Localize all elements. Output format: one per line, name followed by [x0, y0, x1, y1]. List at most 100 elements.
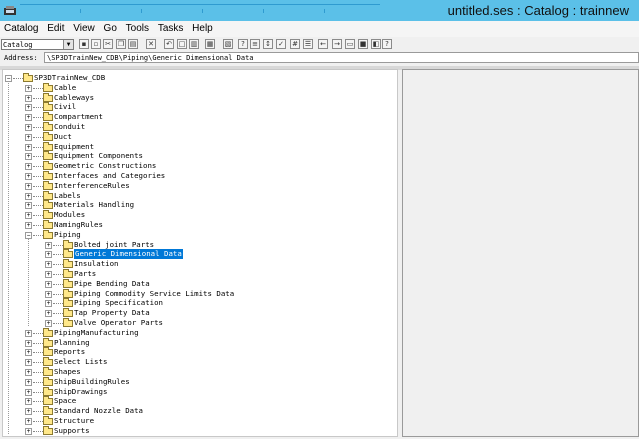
expand-icon[interactable]: +: [25, 114, 32, 122]
expand-icon[interactable]: +: [25, 418, 32, 425]
tree-node-label[interactable]: Equipment: [54, 142, 94, 152]
expand-icon[interactable]: +: [25, 427, 32, 435]
properties-button[interactable]: ▦: [205, 39, 215, 49]
menu-tools[interactable]: Tools: [126, 21, 149, 37]
tree-node-label[interactable]: Select Lists: [54, 357, 107, 367]
expand-icon[interactable]: +: [25, 398, 32, 406]
menu-help[interactable]: Help: [192, 21, 213, 37]
app-icon[interactable]: [3, 5, 17, 17]
menu-view[interactable]: View: [73, 21, 95, 37]
expand-icon[interactable]: +: [25, 173, 32, 180]
tree-node-label[interactable]: Planning: [54, 338, 90, 348]
tree-node-label[interactable]: Interfaces and Categories: [54, 171, 165, 181]
expand-icon[interactable]: +: [25, 329, 32, 337]
forward-button[interactable]: →: [332, 39, 342, 49]
tree-node-label[interactable]: Reports: [54, 347, 85, 357]
help-button[interactable]: ?: [382, 39, 392, 49]
expand-icon[interactable]: +: [25, 359, 32, 367]
expand-icon[interactable]: +: [25, 349, 32, 357]
expand-icon[interactable]: +: [25, 378, 32, 386]
tree-node-label[interactable]: Cable: [54, 83, 76, 93]
tree-node-label[interactable]: Modules: [54, 210, 85, 220]
task-combo[interactable]: Catalog ▼: [1, 39, 74, 50]
undo-button[interactable]: ↶: [164, 39, 174, 49]
expand-icon[interactable]: +: [45, 320, 52, 327]
tree-node-label[interactable]: Valve Operator Parts: [74, 318, 163, 328]
tree-node-label[interactable]: Pipe Bending Data: [74, 279, 150, 289]
tree-node-label[interactable]: Cableways: [54, 93, 94, 103]
expand-icon[interactable]: +: [25, 388, 32, 396]
chevron-down-icon[interactable]: ▼: [63, 40, 73, 49]
tree-node-label[interactable]: Tap Property Data: [74, 308, 150, 318]
address-input[interactable]: \SP3DTrainNew_CDB\Piping\Generic Dimensi…: [44, 52, 639, 63]
stop-button[interactable]: ■: [358, 39, 368, 49]
new-button[interactable]: □: [177, 39, 187, 49]
tree-node-label[interactable]: SP3DTrainNew_CDB: [34, 73, 105, 83]
expand-icon[interactable]: +: [25, 143, 32, 151]
expand-icon[interactable]: +: [25, 339, 32, 347]
tree-node-label[interactable]: Labels: [54, 191, 81, 201]
expand-icon[interactable]: +: [25, 182, 32, 190]
sort-button[interactable]: ↕: [263, 39, 273, 49]
tree-node-label[interactable]: PipingManufacturing: [54, 328, 139, 338]
tree-node-label[interactable]: Materials Handling: [54, 200, 134, 210]
tree-node-label[interactable]: Shapes: [54, 367, 81, 377]
expand-icon[interactable]: +: [25, 124, 32, 131]
tree-node-label[interactable]: InterferenceRules: [54, 181, 130, 191]
tree-node-label[interactable]: Insulation: [74, 259, 119, 269]
list-button[interactable]: ☰: [303, 39, 313, 49]
filter-button[interactable]: ≡: [250, 39, 260, 49]
tree-node-label[interactable]: Compartment: [54, 112, 103, 122]
print-button[interactable]: ▫: [91, 39, 101, 49]
tree-node-label[interactable]: Generic Dimensional Data: [74, 249, 183, 260]
menu-catalog[interactable]: Catalog: [4, 21, 38, 37]
tree-node-label[interactable]: Conduit: [54, 122, 85, 132]
tree-node-label[interactable]: Piping: [54, 230, 81, 240]
expand-icon[interactable]: +: [25, 133, 32, 141]
paste-button[interactable]: ▤: [128, 39, 138, 49]
grid-button[interactable]: #: [290, 39, 300, 49]
expand-icon[interactable]: +: [45, 241, 52, 249]
query-button[interactable]: ?: [238, 39, 248, 49]
expand-icon[interactable]: +: [45, 271, 52, 278]
tree-node-label[interactable]: Space: [54, 396, 76, 406]
tree-node-label[interactable]: Duct: [54, 132, 72, 142]
delete-button[interactable]: ✕: [146, 39, 156, 49]
expand-icon[interactable]: +: [25, 84, 32, 92]
expand-icon[interactable]: +: [45, 310, 52, 318]
cut-button[interactable]: ✂: [103, 39, 113, 49]
tree-node-label[interactable]: Bolted joint Parts: [74, 240, 154, 250]
expand-icon[interactable]: +: [25, 222, 32, 229]
expand-icon[interactable]: +: [45, 290, 52, 298]
expand-icon[interactable]: +: [45, 261, 52, 269]
menu-edit[interactable]: Edit: [47, 21, 64, 37]
expand-icon[interactable]: +: [45, 280, 52, 288]
folder-button[interactable]: ▭: [345, 39, 355, 49]
tree-node-label[interactable]: ShipBuildingRules: [54, 377, 130, 387]
catalog-tree[interactable]: − SP3DTrainNew_CDB + Cable + Cableways + Civil +…: [2, 69, 398, 437]
tree-node-label[interactable]: Piping Commodity Service Limits Data: [74, 289, 234, 299]
report-button[interactable]: ▧: [223, 39, 233, 49]
expand-icon[interactable]: +: [25, 369, 32, 376]
expand-icon[interactable]: +: [25, 192, 32, 200]
expand-icon[interactable]: +: [25, 202, 32, 210]
insert-button[interactable]: ▥: [189, 39, 199, 49]
expand-icon[interactable]: +: [25, 153, 32, 161]
tree-node-label[interactable]: Equipment Components: [54, 151, 143, 161]
tree-node-label[interactable]: Standard Nozzle Data: [54, 406, 143, 416]
tree-node-label[interactable]: ShipDrawings: [54, 387, 107, 397]
expand-icon[interactable]: +: [45, 300, 52, 308]
expand-icon[interactable]: +: [25, 212, 32, 220]
copy-button[interactable]: ❐: [116, 39, 126, 49]
expand-icon[interactable]: +: [25, 94, 32, 102]
tree-node-label[interactable]: Geometric Constructions: [54, 161, 156, 171]
tree-node-label[interactable]: Structure: [54, 416, 94, 426]
tree-node-label[interactable]: Parts: [74, 269, 96, 279]
tree-node-label[interactable]: Supports: [54, 426, 90, 436]
check-button[interactable]: ✓: [276, 39, 286, 49]
tree-node-label[interactable]: NamingRules: [54, 220, 103, 230]
expand-icon[interactable]: +: [25, 163, 32, 171]
expand-icon[interactable]: +: [45, 251, 52, 259]
expand-icon[interactable]: +: [25, 104, 32, 112]
view-button[interactable]: ◧: [371, 39, 381, 49]
